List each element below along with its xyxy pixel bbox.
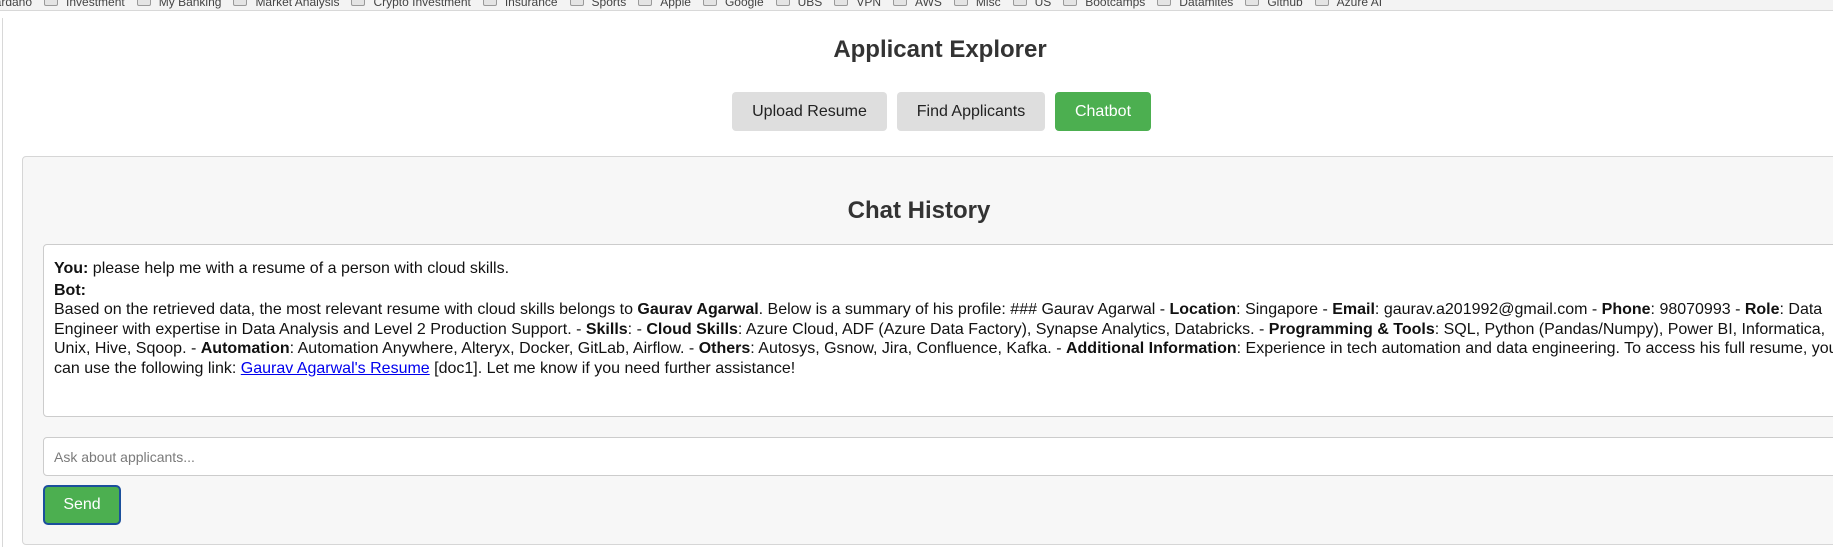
bookmark-item[interactable]: Sports bbox=[558, 0, 627, 10]
bookmark-label: AWS bbox=[915, 0, 942, 9]
bookmark-item[interactable]: Github bbox=[1233, 0, 1303, 10]
field-value: : Automation Anywhere, Alteryx, Docker, … bbox=[289, 340, 699, 357]
bookmark-item[interactable]: Misc bbox=[942, 0, 1001, 10]
field-label: Skills bbox=[585, 320, 628, 338]
field-label: Cloud Skills bbox=[646, 320, 738, 338]
bookmark-label: UBS bbox=[797, 0, 823, 9]
chat-history: You: please help me with a resume of a p… bbox=[43, 244, 1833, 417]
bookmark-label: Bootcamps bbox=[1085, 0, 1146, 9]
field-value: : - bbox=[627, 320, 647, 338]
bookmark-item[interactable]: UBS bbox=[764, 0, 823, 10]
folder-icon bbox=[233, 0, 248, 6]
bookmark-label: US bbox=[1034, 0, 1052, 9]
bookmark-label: Market Analysis bbox=[255, 0, 340, 9]
field-label: Email bbox=[1332, 301, 1375, 318]
bookmark-label: My Banking bbox=[158, 0, 222, 9]
bot-label-line: Bot: bbox=[54, 281, 1833, 301]
folder-icon bbox=[1063, 0, 1078, 6]
upload-resume-button[interactable]: Upload Resume bbox=[732, 92, 887, 131]
chatbot-button[interactable]: Chatbot bbox=[1055, 92, 1151, 131]
folder-icon bbox=[1245, 0, 1260, 6]
bookmark-label: Investment bbox=[66, 0, 125, 9]
bookmark-item[interactable]: Market Analysis bbox=[221, 0, 339, 10]
bot-text: Based on the retrieved data, the most re… bbox=[54, 301, 638, 318]
field-label: Automation bbox=[200, 340, 290, 357]
bookmark-label: Cardano bbox=[0, 0, 33, 9]
bookmark-label: Apple bbox=[660, 0, 691, 9]
bookmark-item[interactable]: Bootcamps bbox=[1051, 0, 1145, 10]
chat-input[interactable] bbox=[43, 437, 1833, 476]
find-applicants-button[interactable]: Find Applicants bbox=[897, 92, 1045, 131]
field-label: Phone bbox=[1601, 301, 1651, 318]
user-label: You: bbox=[54, 260, 89, 277]
bookmark-label: Github bbox=[1267, 0, 1303, 9]
bookmark-item[interactable]: AWS bbox=[881, 0, 942, 10]
field-value: : Azure Cloud, ADF (Azure Data Factory),… bbox=[737, 320, 1269, 338]
bookmark-label: Datamites bbox=[1179, 0, 1234, 9]
user-message: You: please help me with a resume of a p… bbox=[54, 259, 1833, 279]
candidate-name: Gaurav Agarwal bbox=[637, 301, 759, 318]
folder-icon bbox=[569, 0, 584, 6]
field-value: : 98070993 - bbox=[1650, 301, 1745, 318]
bookmark-item[interactable]: VPN bbox=[822, 0, 881, 10]
field-label: Additional Information bbox=[1065, 340, 1237, 357]
bookmark-label: VPN bbox=[856, 0, 882, 9]
bot-text: [doc1]. Let me know if you need further … bbox=[429, 359, 796, 377]
field-value: : Singapore - bbox=[1236, 301, 1333, 318]
bookmark-item[interactable]: Cardano bbox=[0, 0, 32, 10]
bot-label: Bot: bbox=[54, 281, 86, 299]
bookmark-label: Azure AI bbox=[1336, 0, 1383, 9]
resume-link[interactable]: Gaurav Agarwal's Resume bbox=[241, 360, 430, 377]
folder-icon bbox=[953, 0, 968, 6]
bookmark-item[interactable]: Investment bbox=[32, 0, 125, 10]
folder-icon bbox=[1012, 0, 1027, 6]
field-label: Role bbox=[1744, 301, 1780, 318]
field-label: Programming & Tools bbox=[1268, 320, 1435, 338]
bookmark-item[interactable]: My Banking bbox=[125, 0, 222, 10]
app-title: Applicant Explorer bbox=[833, 36, 1047, 63]
bookmarks-bar: Cardano Investment My Banking Market Analys… bbox=[0, 0, 1833, 11]
folder-icon bbox=[44, 0, 59, 6]
chat-history-heading: Chat History bbox=[847, 197, 991, 224]
field-label: Location bbox=[1169, 301, 1237, 318]
bookmark-item[interactable]: Google bbox=[691, 0, 764, 10]
folder-icon bbox=[638, 0, 653, 6]
bookmark-label: Sports bbox=[591, 0, 627, 9]
bookmark-item[interactable]: Apple bbox=[626, 0, 691, 10]
folder-icon bbox=[136, 0, 151, 6]
folder-icon bbox=[702, 0, 717, 6]
bot-text: . Below is a summary of his profile: ###… bbox=[758, 301, 1170, 318]
bookmark-item[interactable]: US bbox=[1001, 0, 1052, 10]
folder-icon bbox=[351, 0, 366, 6]
folder-icon bbox=[893, 0, 908, 6]
bookmark-item[interactable]: Insurance bbox=[471, 0, 558, 10]
field-label: Others bbox=[698, 340, 751, 357]
bookmark-label: Google bbox=[724, 0, 764, 9]
bookmark-item[interactable]: Crypto Investment bbox=[339, 0, 471, 10]
folder-icon bbox=[482, 0, 497, 6]
field-value: : gaurav.a201992@gmail.com - bbox=[1374, 301, 1602, 318]
bookmark-label: Insurance bbox=[504, 0, 558, 9]
page-divider bbox=[2, 18, 3, 547]
user-message-text: please help me with a resume of a person… bbox=[88, 260, 510, 277]
bookmark-label: Crypto Investment bbox=[373, 0, 471, 9]
folder-icon bbox=[1157, 0, 1172, 6]
field-value: : Autosys, Gsnow, Jira, Confluence, Kafk… bbox=[750, 340, 1066, 357]
folder-icon bbox=[1314, 0, 1329, 6]
bookmark-label: Misc bbox=[975, 0, 1001, 9]
bookmark-item[interactable]: Datamites bbox=[1145, 0, 1233, 10]
folder-icon bbox=[775, 0, 790, 6]
bookmark-item[interactable]: Azure AI bbox=[1303, 0, 1382, 10]
send-button[interactable]: Send bbox=[43, 485, 121, 525]
bot-message: Based on the retrieved data, the most re… bbox=[54, 300, 1833, 378]
folder-icon bbox=[834, 0, 849, 6]
